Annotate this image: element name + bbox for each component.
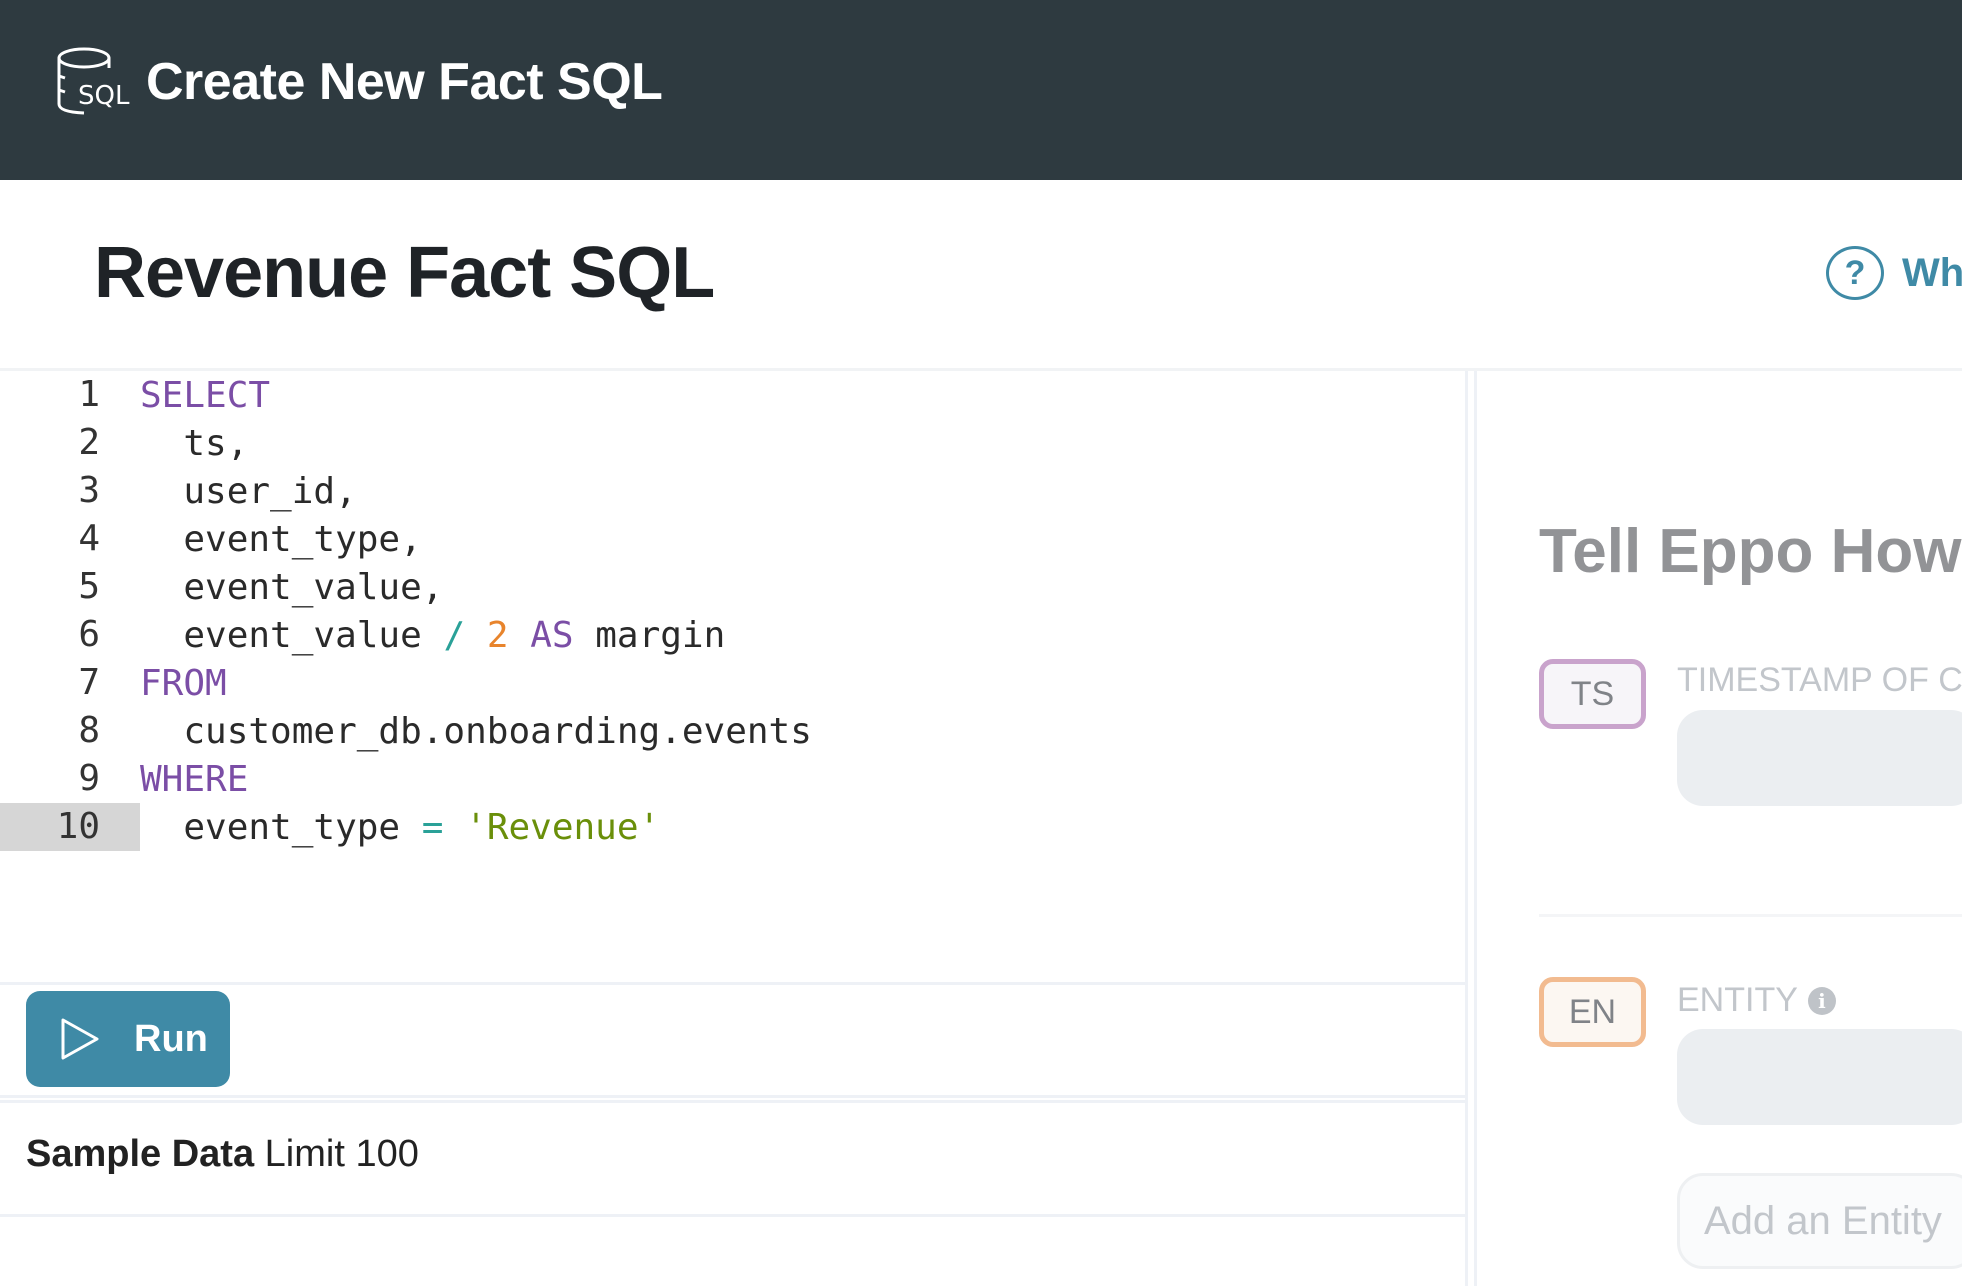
code-token: event_type (140, 806, 422, 848)
sample-data-label: Sample Data (26, 1133, 255, 1175)
code-line[interactable]: 9 WHERE (0, 755, 1465, 803)
code-line[interactable]: 10 event_type = 'Revenue' (0, 803, 1465, 851)
code-token: 'Revenue' (465, 806, 661, 848)
info-icon[interactable]: i (1807, 986, 1836, 1015)
sql-database-icon: SQL (57, 47, 130, 115)
code-line[interactable]: 7 FROM (0, 659, 1465, 707)
divider (0, 1095, 1465, 1103)
code-line[interactable]: 2 ts, (0, 419, 1465, 467)
timestamp-select[interactable] (1677, 710, 1962, 806)
line-number: 6 (78, 614, 100, 655)
code-token: AS (530, 614, 574, 656)
play-icon (61, 1018, 99, 1060)
timestamp-badge: TS (1539, 659, 1646, 729)
code-line[interactable]: 4 event_type, (0, 515, 1465, 563)
add-entity-button[interactable]: Add an Entity (1677, 1173, 1962, 1269)
divider (0, 982, 1465, 985)
run-label: Run (134, 1017, 208, 1060)
top-bar: SQL Create New Fact SQL (0, 0, 1962, 180)
svg-text:SQL: SQL (78, 81, 130, 111)
fact-config-panel: Tell Eppo How TS TIMESTAMP OF CR EN ENTI… (1474, 371, 1962, 1286)
code-token: event_type, (140, 518, 422, 560)
entity-select[interactable] (1677, 1029, 1962, 1125)
help-link[interactable]: ? Wh (1826, 246, 1962, 300)
entity-badge: EN (1539, 977, 1646, 1047)
line-number: 4 (78, 518, 100, 559)
question-icon: ? (1826, 246, 1884, 300)
code-line[interactable]: 1 SELECT (0, 371, 1465, 419)
code-token: user_id, (140, 470, 357, 512)
code-token: event_value, (140, 566, 444, 608)
sample-limit: Limit 100 (254, 1133, 419, 1175)
sample-data-heading: Sample Data Limit 100 (26, 1133, 419, 1176)
entity-label: ENTITY i (1677, 981, 1836, 1020)
line-number: 2 (78, 422, 100, 463)
line-number: 5 (78, 566, 100, 607)
code-line[interactable]: 5 event_value, (0, 563, 1465, 611)
entity-label-text: ENTITY (1677, 981, 1798, 1019)
line-number: 1 (78, 374, 100, 415)
code-token: customer_db.onboarding.events (140, 710, 812, 752)
code-token: 2 (486, 614, 509, 656)
code-token: WHERE (140, 758, 249, 800)
code-token: = (421, 806, 444, 848)
header-title: Create New Fact SQL (146, 53, 663, 111)
code-token: SELECT (140, 374, 271, 416)
help-link-label: Wh (1902, 250, 1962, 295)
timestamp-label: TIMESTAMP OF CR (1677, 661, 1962, 700)
code-token: / (443, 614, 466, 656)
line-number: 7 (78, 662, 100, 703)
divider (1539, 914, 1962, 917)
line-number: 9 (78, 758, 100, 799)
code-line[interactable]: 6 event_value / 2 AS margin (0, 611, 1465, 659)
sql-editor-panel: 1 SELECT 2 ts, 3 user_id, 4 event_type, 5 eve… (0, 371, 1468, 1286)
code-token: FROM (140, 662, 227, 704)
code-token: event_value (140, 614, 444, 656)
code-token: ts, (140, 422, 249, 464)
code-token: margin (573, 614, 726, 656)
panel-title: Tell Eppo How (1539, 517, 1962, 586)
run-button[interactable]: Run (26, 991, 230, 1087)
divider (0, 1214, 1465, 1217)
line-number: 3 (78, 470, 100, 511)
sql-code-editor[interactable]: 1 SELECT 2 ts, 3 user_id, 4 event_type, 5 eve… (0, 371, 1465, 851)
line-number: 8 (78, 710, 100, 751)
code-line[interactable]: 3 user_id, (0, 467, 1465, 515)
page-title: Revenue Fact SQL (94, 233, 715, 313)
timestamp-label-text: TIMESTAMP OF CR (1677, 661, 1962, 699)
line-number: 10 (0, 803, 140, 851)
code-line[interactable]: 8 customer_db.onboarding.events (0, 707, 1465, 755)
